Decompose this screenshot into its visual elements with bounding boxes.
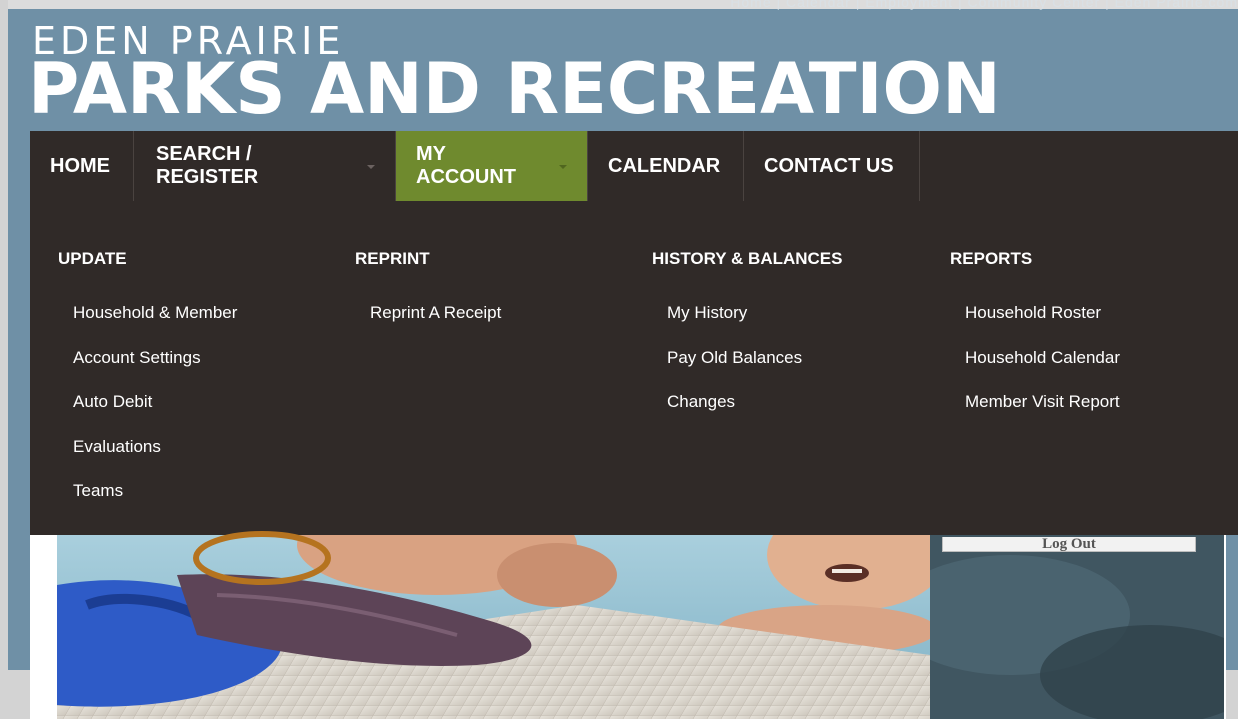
menu-list: Household Roster Household Calendar Memb… <box>950 303 1120 437</box>
menu-item-teams[interactable]: Teams <box>73 481 237 526</box>
nav-contact-us[interactable]: CONTACT US <box>744 131 920 201</box>
dropdown-column-history-balances: HISTORY & BALANCES My History Pay Old Ba… <box>652 247 843 437</box>
menu-item-my-history[interactable]: My History <box>667 303 843 348</box>
menu-item-auto-debit[interactable]: Auto Debit <box>73 392 237 437</box>
page: Home | Calendar | Employment | Community… <box>0 0 1238 719</box>
dropdown-column-reprint: REPRINT Reprint A Receipt <box>355 247 501 348</box>
logout-button[interactable]: Log Out <box>942 537 1196 552</box>
nav-search-register[interactable]: SEARCH / REGISTER <box>134 131 396 201</box>
nav-my-account[interactable]: MY ACCOUNT <box>396 131 588 201</box>
menu-item-household-member[interactable]: Household & Member <box>73 303 237 348</box>
annotation-ellipse <box>193 531 331 585</box>
menu-list: Reprint A Receipt <box>355 303 501 348</box>
menu-item-evaluations[interactable]: Evaluations <box>73 437 237 482</box>
nav-calendar[interactable]: CALENDAR <box>588 131 744 201</box>
column-heading: UPDATE <box>58 249 127 268</box>
utility-bar: Home | Calendar | Employment | Community… <box>8 0 1238 10</box>
menu-item-pay-old-balances[interactable]: Pay Old Balances <box>667 348 843 393</box>
menu-item-household-roster[interactable]: Household Roster <box>965 303 1120 348</box>
column-heading: REPORTS <box>950 249 1033 268</box>
hero-photo <box>57 535 930 719</box>
chevron-down-icon <box>559 165 567 169</box>
nav-home[interactable]: HOME <box>30 131 134 201</box>
menu-item-reprint-receipt[interactable]: Reprint A Receipt <box>370 303 501 348</box>
dropdown-column-reports: REPORTS Household Roster Household Calen… <box>950 247 1120 437</box>
column-heading: HISTORY & BALANCES <box>652 249 843 268</box>
side-panel-background <box>930 535 1224 719</box>
nav-my-account-label: MY ACCOUNT <box>416 143 516 188</box>
nav-search-register-label: SEARCH / REGISTER <box>156 143 259 188</box>
column-heading: REPRINT <box>355 249 430 268</box>
nav-home-label: HOME <box>50 154 110 177</box>
side-panel <box>930 535 1224 719</box>
menu-item-household-calendar[interactable]: Household Calendar <box>965 348 1120 393</box>
menu-item-account-settings[interactable]: Account Settings <box>73 348 237 393</box>
logo-parks-and-recreation[interactable]: PARKS AND RECREATION <box>28 54 1001 124</box>
pool-photo-illustration <box>57 535 930 719</box>
utility-links[interactable]: Home | Calendar | Employment | Community… <box>730 0 1238 10</box>
menu-list: My History Pay Old Balances Changes <box>652 303 843 437</box>
my-account-dropdown: UPDATE Household & Member Account Settin… <box>30 201 1238 535</box>
nav-calendar-label: CALENDAR <box>608 154 721 177</box>
menu-item-member-visit-report[interactable]: Member Visit Report <box>965 392 1120 437</box>
chevron-down-icon <box>367 165 375 169</box>
menu-list: Household & Member Account Settings Auto… <box>58 303 237 526</box>
main-nav: HOME SEARCH / REGISTER MY ACCOUNT CALEND… <box>30 131 1238 201</box>
menu-item-changes[interactable]: Changes <box>667 392 843 437</box>
dropdown-column-update: UPDATE Household & Member Account Settin… <box>58 247 237 526</box>
nav-contact-us-label: CONTACT US <box>764 154 894 177</box>
